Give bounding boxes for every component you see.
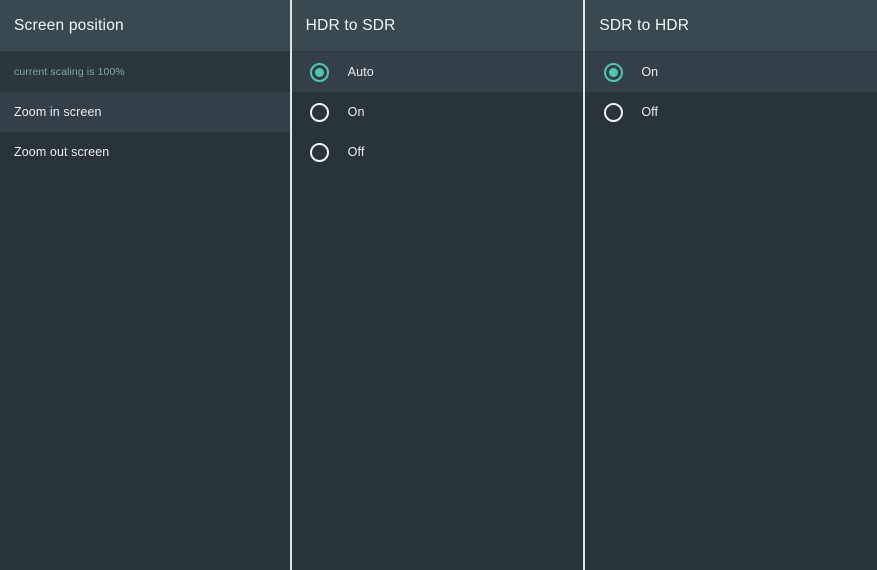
list-item-label: Zoom out screen	[14, 144, 110, 159]
radio-dot-icon	[315, 67, 325, 77]
radio-indicator-wrap	[292, 62, 348, 82]
radio-option-on[interactable]: On	[291, 92, 584, 132]
radio-option-label: Off	[641, 104, 659, 119]
radio-option-off[interactable]: Off	[291, 132, 584, 172]
settings-screen: Screen position current scaling is 100% …	[0, 0, 877, 570]
radio-option-off[interactable]: Off	[585, 92, 877, 132]
column-sdr-to-hdr: SDR to HDR On Off	[585, 0, 877, 570]
radio-option-auto[interactable]: Auto	[291, 52, 584, 92]
radio-option-label: Off	[347, 144, 365, 159]
radio-option-on[interactable]: On	[585, 52, 877, 92]
radio-dot-icon	[315, 148, 324, 157]
radio-indicator-wrap	[585, 102, 641, 122]
radio-button-icon[interactable]	[310, 62, 330, 82]
radio-indicator-wrap	[292, 142, 348, 162]
column-title: HDR to SDR	[305, 16, 396, 34]
hdr-to-sdr-radio-group: Auto On Off	[291, 52, 584, 570]
current-scaling-text: current scaling is 100%	[14, 65, 125, 78]
column-header-sdr-to-hdr: SDR to HDR	[585, 0, 877, 52]
sdr-to-hdr-radio-group: On Off	[585, 52, 877, 570]
column-title: SDR to HDR	[599, 16, 690, 34]
column-hdr-to-sdr: HDR to SDR Auto On Off	[291, 0, 584, 570]
radio-dot-icon	[608, 67, 618, 77]
list-item-zoom-in-screen[interactable]: Zoom in screen	[0, 92, 290, 132]
radio-button-icon[interactable]	[310, 142, 330, 162]
list-item-current-scaling: current scaling is 100%	[0, 52, 290, 92]
radio-button-icon[interactable]	[603, 62, 623, 82]
radio-option-label: Auto	[347, 64, 374, 79]
column-header-screen-position: Screen position	[0, 0, 290, 52]
radio-dot-icon	[315, 108, 324, 117]
column-screen-position: Screen position current scaling is 100% …	[0, 0, 290, 570]
radio-dot-icon	[609, 108, 618, 117]
column-header-hdr-to-sdr: HDR to SDR	[291, 0, 584, 52]
radio-indicator-wrap	[292, 102, 348, 122]
screen-position-list: current scaling is 100% Zoom in screen Z…	[0, 52, 290, 570]
list-item-label: Zoom in screen	[14, 104, 102, 119]
list-item-zoom-out-screen[interactable]: Zoom out screen	[0, 132, 290, 172]
column-title: Screen position	[14, 16, 124, 34]
radio-indicator-wrap	[585, 62, 641, 82]
radio-button-icon[interactable]	[310, 102, 330, 122]
radio-option-label: On	[347, 104, 365, 119]
radio-button-icon[interactable]	[603, 102, 623, 122]
radio-option-label: On	[641, 64, 659, 79]
